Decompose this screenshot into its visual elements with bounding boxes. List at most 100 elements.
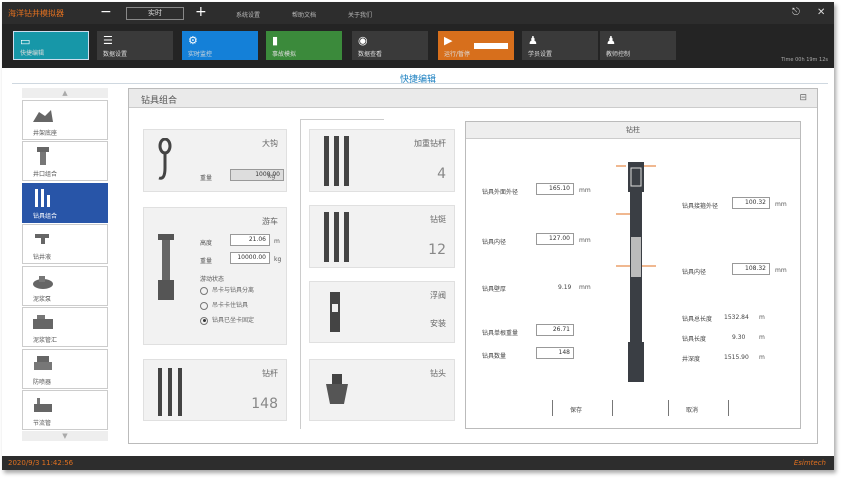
toolbar-label: 快捷编辑 xyxy=(20,50,45,57)
depth-unit: m xyxy=(759,354,765,361)
sidebar-item-derrick[interactable]: 井架底座 xyxy=(22,99,108,140)
wellhead-icon xyxy=(37,147,49,165)
sidebar-item-mud-pump[interactable]: 泥浆泵 xyxy=(22,265,108,306)
radio-label: 钻具已坐卡固定 xyxy=(212,317,255,324)
height-field[interactable]: 21.06 xyxy=(230,234,270,246)
cancel-button[interactable]: 取消 xyxy=(686,405,698,414)
sidebar-item-label: 井架底座 xyxy=(33,129,58,137)
exit-icon[interactable]: ⎋ xyxy=(792,7,800,18)
float-valve-card[interactable]: 浮阀 安装 xyxy=(309,281,455,343)
sidebar-item-wellhead[interactable]: 井口组合 xyxy=(22,141,108,181)
single-weight-field[interactable]: 26.71 xyxy=(536,324,574,336)
total-len-value: 1532.84 xyxy=(724,314,749,321)
state-label: 游动状态 xyxy=(200,276,225,283)
sidebar: ▲ 井架底座 井口组合 钻具组合 钻井液 泥浆泵 泥浆管汇 防喷器 节流管 ▼ xyxy=(22,88,108,444)
titlebar: 海洋钻井模拟器 − 实时 + 系统设置 帮助文档 关于我们 ⎋ ✕ xyxy=(2,2,834,24)
status-bar: 2020/9/3 11:42:56 Esimtech xyxy=(2,456,834,470)
button-divider xyxy=(612,400,613,416)
sidebar-item-label: 井口组合 xyxy=(33,171,58,178)
toolbar-label: 实时监控 xyxy=(188,51,213,58)
elevator-weight-field[interactable]: 10000.00 xyxy=(230,252,270,264)
manifold-icon xyxy=(33,315,53,329)
toolbar-data-settings-button[interactable]: ☰ 数据设置 xyxy=(97,31,173,60)
drill-string-panel: 钻柱 钻具外面外径 165.10 mm 钻具内径 127.00 mm 钻具壁厚 … xyxy=(465,121,801,429)
joint-id-field[interactable]: 108.32 xyxy=(732,263,770,275)
heavy-pipe-card[interactable]: 加重钻杆 4 xyxy=(309,129,455,192)
hook-title: 大钩 xyxy=(262,139,278,148)
state-option-seated[interactable]: 钻具已坐卡固定 xyxy=(200,315,254,325)
count-label: 钻具数量 xyxy=(482,353,507,360)
pipe-illustration xyxy=(616,162,656,382)
decrease-button[interactable]: − xyxy=(100,4,112,20)
toolbar-teacher-button[interactable]: ♟ 教师控制 xyxy=(600,31,676,60)
play-icon: ▶ xyxy=(444,34,453,47)
sidebar-item-drill-string[interactable]: 钻具组合 xyxy=(22,182,108,223)
toolbar-monitor-button[interactable]: ⚙ 实时监控 xyxy=(182,31,258,60)
toolbar-label: 教师控制 xyxy=(606,51,631,58)
total-len-unit: m xyxy=(759,314,765,321)
collar-title: 钻铤 xyxy=(430,215,446,224)
count-field[interactable]: 148 xyxy=(536,347,574,359)
drill-pipe-card[interactable]: 钻杆 148 xyxy=(143,359,287,421)
menu-system-settings[interactable]: 系统设置 xyxy=(236,10,260,19)
sidebar-item-bop[interactable]: 防喷器 xyxy=(22,348,108,389)
menu-help[interactable]: 帮助文档 xyxy=(292,10,316,19)
save-button[interactable]: 保存 xyxy=(570,405,582,414)
scroll-down-button[interactable]: ▼ xyxy=(22,431,108,441)
joint-id-label: 钻具内径 xyxy=(682,269,707,276)
collapse-icon[interactable]: ⊟ xyxy=(799,93,807,103)
joint-od-unit: mm xyxy=(775,201,787,208)
scroll-up-button[interactable]: ▲ xyxy=(22,88,108,98)
bit-card[interactable]: 钻头 xyxy=(309,359,455,421)
inner-field[interactable]: 127.00 xyxy=(536,233,574,245)
outer-dia-field[interactable]: 165.10 xyxy=(536,183,574,195)
elevator-card[interactable]: 游车 高度 21.06 m 重量 10000.00 kg 游动状态 吊卡与钻具分… xyxy=(143,207,287,345)
toolbar-accident-button[interactable]: ▮ 事故模拟 xyxy=(266,31,342,60)
wall-label: 钻具壁厚 xyxy=(482,286,507,293)
speed-slider[interactable] xyxy=(474,43,508,49)
radio-dot xyxy=(200,316,208,325)
choke-icon xyxy=(34,398,52,412)
depth-value: 1515.90 xyxy=(724,354,749,361)
derrick-icon xyxy=(33,109,53,122)
joint-od-field[interactable]: 100.32 xyxy=(732,197,770,209)
toolbar-view-button[interactable]: ◉ 数据查看 xyxy=(352,31,428,60)
sidebar-item-mud[interactable]: 钻井液 xyxy=(22,224,108,264)
drill-string-icon xyxy=(35,188,50,207)
button-divider xyxy=(552,400,553,416)
main-header: 钻具组合 ⊟ xyxy=(129,89,817,108)
bop-icon xyxy=(34,355,52,370)
inner-unit: mm xyxy=(579,237,591,244)
sidebar-item-mud-manifold[interactable]: 泥浆管汇 xyxy=(22,307,108,347)
faucet-icon xyxy=(35,234,49,244)
state-option-separated[interactable]: 吊卡与钻具分离 xyxy=(200,285,254,295)
toolbar-student-button[interactable]: ♟ 学员设置 xyxy=(522,31,598,60)
button-divider xyxy=(668,400,669,416)
datetime: 2020/9/3 11:42:56 xyxy=(8,459,74,467)
toolbar: ▭ 快捷编辑 ☰ 数据设置 ⚙ 实时监控 ▮ 事故模拟 ◉ 数据查看 ▶ 运行/… xyxy=(2,24,834,68)
elevator-icon xyxy=(158,234,174,300)
collar-card[interactable]: 钻铤 12 xyxy=(309,205,455,268)
close-icon[interactable]: ✕ xyxy=(817,7,825,18)
toolbar-label: 学员设置 xyxy=(528,51,553,58)
toolbar-label: 运行/暂停 xyxy=(444,51,471,58)
sidebar-item-label: 钻井液 xyxy=(33,254,52,261)
wall-unit: mm xyxy=(579,284,591,291)
bit-icon xyxy=(326,374,348,404)
hook-weight-label: 重量 xyxy=(200,175,213,182)
increase-button[interactable]: + xyxy=(195,4,207,20)
sim-mode-box[interactable]: 实时 xyxy=(126,7,184,20)
heavy-pipe-title: 加重钻杆 xyxy=(414,139,446,148)
hook-card[interactable]: 大钩 重量 1000.00 kg xyxy=(143,129,287,192)
state-option-locked[interactable]: 吊卡卡住钻具 xyxy=(200,300,248,310)
pump-icon xyxy=(33,275,53,289)
sidebar-item-choke[interactable]: 节流管 xyxy=(22,390,108,430)
toolbar-quick-edit-button[interactable]: ▭ 快捷编辑 xyxy=(13,31,89,60)
menu-about[interactable]: 关于我们 xyxy=(348,10,372,19)
heavy-pipe-count: 4 xyxy=(437,166,446,182)
student-icon: ♟ xyxy=(528,34,538,47)
toolbar-label: 数据查看 xyxy=(358,51,383,58)
toolbar-run-pause-button[interactable]: ▶ 运行/暂停 xyxy=(438,31,514,60)
elevator-weight-unit: kg xyxy=(274,256,282,263)
drill-pipe-count: 148 xyxy=(251,396,278,412)
